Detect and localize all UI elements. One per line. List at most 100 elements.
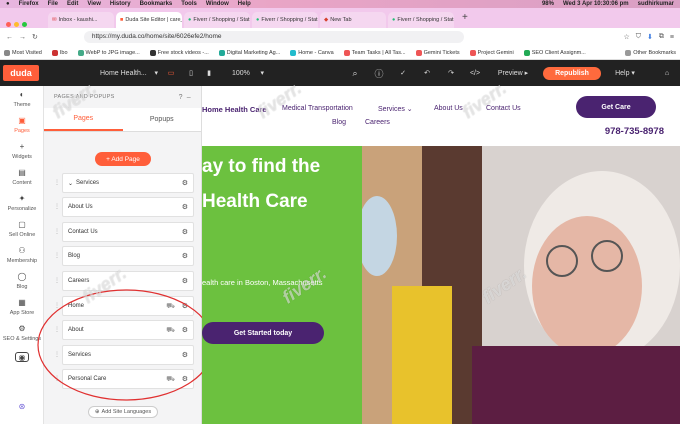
gear-icon[interactable]: ⚙ (182, 277, 188, 285)
preview-button[interactable]: Preview ▸ (492, 60, 534, 86)
hidden-page-icon[interactable]: ⛟ (166, 302, 175, 311)
drag-handle-icon[interactable]: ⋮ (54, 277, 60, 284)
extensions-icon[interactable]: ⧉ (659, 33, 664, 41)
bookmark[interactable]: Digital Marketing Ag... (218, 49, 280, 56)
bookmark[interactable]: WebP to JPG image... (77, 49, 140, 56)
address-bar[interactable]: https://my.duda.co/home/site/6026efe2/ho… (83, 31, 464, 43)
nav-membership[interactable]: ⚇ Membership (0, 246, 44, 264)
menu-bookmarks[interactable]: Bookmarks (140, 1, 173, 7)
hero-heading-line1[interactable]: ay to find the (202, 156, 320, 178)
forward-icon[interactable]: → (19, 34, 26, 41)
browser-tab[interactable]: ◆ New Tab (320, 12, 386, 28)
site-nav-item[interactable]: About Us (434, 105, 463, 112)
gear-icon[interactable]: ⚙ (182, 351, 188, 359)
menu-icon[interactable]: ≡ (670, 34, 674, 41)
bookmark[interactable]: Free stock videos -... (149, 49, 209, 56)
tab-pages[interactable]: Pages (44, 108, 123, 131)
bookmark-folder[interactable]: Other Bookmarks (625, 49, 676, 56)
menu-view[interactable]: View (87, 1, 101, 7)
gear-icon[interactable]: ⚙ (182, 252, 188, 260)
site-nav-item[interactable]: Medical Transportation (282, 105, 353, 112)
drag-handle-icon[interactable]: ⋮ (54, 351, 60, 358)
site-phone[interactable]: 978-735-8978 (605, 126, 664, 137)
nav-blog[interactable]: ◯ Blog (0, 272, 44, 290)
check-icon[interactable]: ✓ (396, 60, 410, 86)
site-nav-item[interactable]: Careers (365, 119, 390, 126)
gear-icon[interactable]: ⚙ (182, 203, 188, 211)
page-row-services[interactable]: ⌄ Services ⚙ (62, 173, 194, 193)
add-site-languages-button[interactable]: ⊕ Add Site Languages (88, 406, 158, 418)
redo-icon[interactable]: ↷ (444, 60, 458, 86)
nav-sell-online[interactable]: ▢ Sell Online (0, 220, 44, 238)
site-canvas[interactable]: Home Health Care Medical Transportation … (202, 86, 680, 424)
page-select[interactable]: Home Health... ▾ (100, 60, 158, 86)
menu-window[interactable]: Window (206, 1, 229, 7)
gear-icon[interactable]: ⚙ (182, 326, 188, 334)
drag-handle-icon[interactable]: ⋮ (54, 179, 60, 186)
download-icon[interactable]: ⬇ (647, 33, 653, 41)
device-toggle-icon[interactable]: ◉ (0, 352, 44, 362)
nav-content[interactable]: ▤ Content (0, 168, 44, 186)
site-nav-item[interactable]: Blog (332, 119, 346, 126)
browser-tab-active[interactable]: ■Duda Site Editor | care_rei... (116, 12, 182, 28)
bookmark[interactable]: Home - Canva (290, 49, 334, 56)
gear-icon[interactable]: ⚙ (182, 228, 188, 236)
page-row-careers[interactable]: Careers ⚙ (62, 271, 194, 291)
site-brand[interactable]: Home Health Care (202, 105, 267, 114)
gear-icon[interactable]: ⚙ (182, 179, 188, 187)
bookmark[interactable]: Most Visited (4, 49, 42, 56)
menu-firefox[interactable]: Firefox (19, 1, 39, 7)
site-nav-item[interactable]: Services ⌄ (378, 105, 413, 113)
add-page-button[interactable]: + Add Page (95, 152, 151, 166)
close-window-button[interactable] (6, 22, 11, 27)
apple-icon[interactable]: ● (6, 1, 10, 7)
menu-history[interactable]: History (110, 1, 131, 7)
mobile-view-icon[interactable]: ▮ (202, 60, 216, 86)
desktop-view-icon[interactable]: ▭ (162, 60, 180, 86)
zoom-window-button[interactable] (22, 22, 27, 27)
user-name[interactable]: sudhirkumar (638, 1, 674, 7)
minimize-window-button[interactable] (14, 22, 19, 27)
duda-logo[interactable]: duda (3, 65, 39, 81)
get-care-button[interactable]: Get Care (576, 96, 656, 118)
drag-handle-icon[interactable]: ⋮ (54, 228, 60, 235)
nav-personalize[interactable]: ✦ Personalize (0, 194, 44, 212)
undo-icon[interactable]: ↶ (420, 60, 434, 86)
page-row-contact-us[interactable]: Contact Us ⚙ (62, 222, 194, 242)
hero-subtext[interactable]: ealth care in Boston, Massachusetts (202, 278, 360, 287)
hero-photo[interactable] (357, 146, 680, 424)
page-row-about-us[interactable]: About Us ⚙ (62, 197, 194, 217)
home-icon[interactable]: ⌂ (660, 60, 674, 86)
tablet-view-icon[interactable]: ▯ (184, 60, 198, 86)
zoom-select[interactable]: 100% ▾ (232, 60, 264, 86)
chevron-down-icon[interactable]: ⌄ (68, 180, 73, 187)
page-row-personal-care[interactable]: Personal Care ⛟ ⚙ (62, 369, 194, 389)
page-row-home[interactable]: Home ⛟ ⚙ (62, 296, 194, 316)
page-row-services-2[interactable]: Services ⚙ (62, 345, 194, 365)
back-icon[interactable]: ← (6, 34, 13, 41)
menu-file[interactable]: File (48, 1, 58, 7)
browser-tab[interactable]: ● Fiverr / Shopping / Status (184, 12, 250, 28)
nav-theme[interactable]: ◐ Theme (0, 90, 44, 108)
code-icon[interactable]: </> (468, 60, 482, 86)
help-menu[interactable]: Help ▾ (608, 60, 642, 86)
new-tab-button[interactable]: + (462, 12, 468, 28)
drag-handle-icon[interactable]: ⋮ (54, 326, 60, 333)
browser-tab[interactable]: ● Fiverr / Shopping / Status (252, 12, 318, 28)
nav-pages[interactable]: ▣ Pages (0, 116, 44, 134)
browser-tab[interactable]: ✉ Inbox - kaushi... (48, 12, 114, 28)
hero-section[interactable]: ay to find the Health Care ealth care in… (202, 146, 362, 424)
star-icon[interactable]: ☆ (624, 33, 630, 41)
nav-seo-settings[interactable]: ⚙ SEO & Settings (0, 324, 44, 342)
nav-widgets[interactable]: + Widgets (0, 142, 44, 160)
search-icon[interactable]: ⌕ (348, 60, 362, 86)
bookmark[interactable]: Ibo (51, 49, 68, 56)
tab-popups[interactable]: Popups (123, 108, 202, 131)
minimize-icon[interactable]: – (187, 94, 191, 101)
republish-button[interactable]: Republish (543, 66, 601, 80)
bookmark[interactable]: Project Gemini (469, 49, 514, 56)
drag-handle-icon[interactable]: ⋮ (54, 302, 60, 309)
page-row-blog[interactable]: Blog ⚙ (62, 246, 194, 266)
site-nav-item[interactable]: Contact Us (486, 105, 521, 112)
reload-icon[interactable]: ↻ (32, 33, 38, 41)
